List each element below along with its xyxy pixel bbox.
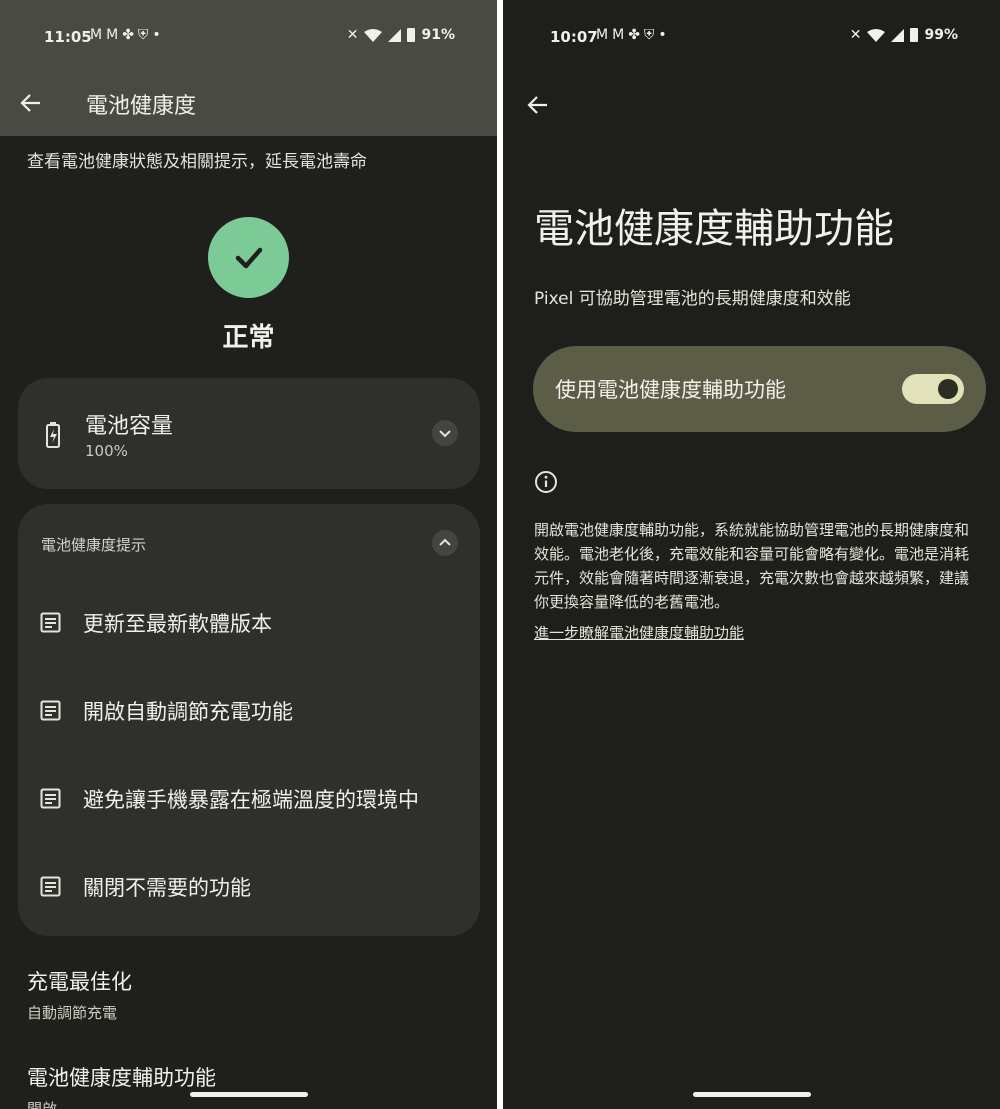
battery-capacity-card[interactable]: 電池容量 100% <box>18 378 480 489</box>
gesture-nav-handle[interactable] <box>190 1092 308 1097</box>
collapse-button[interactable] <box>432 530 458 556</box>
battery-health-assist-toggle-row[interactable]: 使用電池健康度輔助功能 <box>533 346 986 432</box>
battery-percent: 99% <box>924 27 958 43</box>
tip-item[interactable]: 關閉不需要的功能 <box>18 862 480 922</box>
notification-icons: MM✤⛨• <box>596 27 671 43</box>
capacity-title: 電池容量 <box>85 414 174 439</box>
article-icon <box>40 876 61 897</box>
tip-label: 開啟自動調節充電功能 <box>83 700 293 724</box>
left-screen: 11:05 MM✤⛨• ✕ 91% 電池健康度 查看電池健康狀態及相關提示，延長… <box>0 0 497 1109</box>
switch-thumb <box>938 379 958 399</box>
status-bar: 11:05 MM✤⛨• ✕ 91% <box>0 0 497 72</box>
gesture-nav-handle[interactable] <box>693 1092 811 1097</box>
setting-title: 電池健康度輔助功能 <box>27 1066 216 1090</box>
chevron-down-icon <box>439 430 451 438</box>
status-bar: 10:07 MM✤⛨• ✕ 99% <box>503 0 1000 72</box>
setting-subtitle: 開啟 <box>27 1100 58 1109</box>
article-icon <box>40 700 61 721</box>
info-circle-icon <box>535 471 557 493</box>
signal-icon <box>388 28 402 42</box>
battery-icon <box>910 28 919 42</box>
setting-charging-optimization[interactable]: 充電最佳化 自動調節充電 <box>27 966 132 1023</box>
page-title: 電池健康度輔助功能 <box>534 206 894 252</box>
page-description: Pixel 可協助管理電池的長期健康度和效能 <box>534 289 851 309</box>
status-right: ✕ 99% <box>850 27 958 43</box>
fan-icon: ✤ <box>122 27 138 43</box>
article-icon <box>40 788 61 809</box>
wifi-icon <box>364 28 383 42</box>
status-ok-badge <box>208 217 289 298</box>
tip-item[interactable]: 開啟自動調節充電功能 <box>18 686 480 746</box>
wifi-icon <box>867 28 886 42</box>
battery-charging-icon <box>46 422 60 448</box>
battery-icon <box>407 28 416 42</box>
tip-item[interactable]: 避免讓手機暴露在極端溫度的環境中 <box>18 774 480 834</box>
notification-icons: MM✤⛨• <box>90 27 165 43</box>
checkmark-icon <box>235 247 263 269</box>
shield-icon: ⛨ <box>137 27 153 43</box>
right-screen: 10:07 MM✤⛨• ✕ 99% 電池健康度輔助功能 Pixel 可協助管理電… <box>503 0 1000 1109</box>
vibrate-off-icon: ✕ <box>849 27 862 43</box>
info-body-text: 開啟電池健康度輔助功能，系統就能協助管理電池的長期健康度和效能。電池老化後，充電… <box>534 521 970 611</box>
learn-more-link[interactable]: 進一步瞭解電池健康度輔助功能 <box>534 622 744 643</box>
tip-label: 更新至最新軟體版本 <box>83 612 272 636</box>
expand-button[interactable] <box>432 420 458 446</box>
setting-title: 充電最佳化 <box>27 970 132 994</box>
app-bar: 11:05 MM✤⛨• ✕ 91% 電池健康度 <box>0 0 497 136</box>
tip-label: 避免讓手機暴露在極端溫度的環境中 <box>83 788 419 812</box>
toggle-label: 使用電池健康度輔助功能 <box>555 378 786 402</box>
signal-icon <box>891 28 905 42</box>
vibrate-off-icon: ✕ <box>346 27 359 43</box>
toggle-switch[interactable] <box>902 374 964 404</box>
setting-battery-health-assist[interactable]: 電池健康度輔助功能 開啟 <box>27 1062 216 1109</box>
gmail-icon: M <box>612 27 629 43</box>
gmail-icon: M <box>106 27 123 43</box>
back-arrow-icon[interactable] <box>20 92 42 114</box>
health-status-label: 正常 <box>222 323 275 353</box>
tip-item[interactable]: 更新至最新軟體版本 <box>18 598 480 658</box>
battery-tips-card: 電池健康度提示 更新至最新軟體版本 開啟自動調節充電功能 避免讓手機暴露在極端溫… <box>18 504 480 936</box>
setting-subtitle: 自動調節充電 <box>27 1004 118 1022</box>
capacity-value: 100% <box>85 442 128 460</box>
tip-label: 關閉不需要的功能 <box>83 876 251 900</box>
shield-icon: ⛨ <box>643 27 659 43</box>
status-time: 10:07 <box>550 28 598 46</box>
tips-header: 電池健康度提示 <box>41 536 147 554</box>
chevron-up-icon <box>439 538 451 546</box>
dot-icon: • <box>658 27 671 43</box>
dot-icon: • <box>152 27 165 43</box>
back-arrow-icon[interactable] <box>527 94 549 116</box>
gmail-icon: M <box>596 27 613 43</box>
fan-icon: ✤ <box>628 27 644 43</box>
status-time: 11:05 <box>44 28 92 46</box>
status-right: ✕ 91% <box>347 27 455 43</box>
gmail-icon: M <box>90 27 107 43</box>
page-title: 電池健康度 <box>86 94 197 119</box>
battery-percent: 91% <box>421 27 455 43</box>
page-subtitle: 查看電池健康狀態及相關提示，延長電池壽命 <box>27 152 367 172</box>
article-icon <box>40 612 61 633</box>
